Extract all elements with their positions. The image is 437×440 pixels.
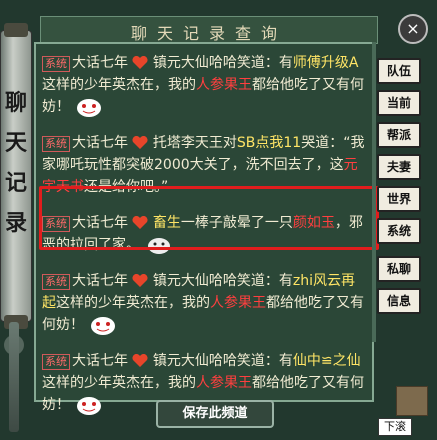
message-text: 这样的少年英杰在，我的 bbox=[56, 295, 210, 311]
heart-icon bbox=[132, 136, 148, 149]
save-channel-button[interactable]: 保存此频道 bbox=[156, 400, 274, 428]
heart-icon bbox=[132, 354, 148, 367]
system-tag: 系统 bbox=[42, 354, 70, 370]
tab-team[interactable]: 队伍 bbox=[377, 58, 421, 84]
item-name[interactable]: 人参果王 bbox=[196, 375, 252, 391]
server-name: 大话七年 bbox=[72, 135, 128, 151]
system-tag: 系统 bbox=[42, 274, 70, 290]
server-name: 大话七年 bbox=[72, 353, 128, 369]
tassel-decoration bbox=[9, 322, 19, 432]
tab-current[interactable]: 当前 bbox=[377, 90, 421, 116]
message-text: 镇元大仙哈哈笑道：有 bbox=[152, 55, 293, 71]
message: 系统 大话七年 镇元大仙哈哈笑道：有zhi风云再起这样的少年英杰在，我的人参果王都… bbox=[42, 270, 366, 336]
highlight-box bbox=[39, 186, 379, 250]
message-text: 这样的少年英杰在，我的 bbox=[42, 77, 196, 93]
emote-icon bbox=[77, 397, 102, 415]
player-name[interactable]: SB点我11 bbox=[237, 135, 301, 151]
server-name: 大话七年 bbox=[72, 273, 128, 289]
scroll-knob-top bbox=[4, 23, 28, 37]
tab-system[interactable]: 系统 bbox=[377, 218, 421, 244]
tab-spouse[interactable]: 夫妻 bbox=[377, 154, 421, 180]
system-tag: 系统 bbox=[42, 56, 70, 72]
side-tab-rail bbox=[372, 42, 376, 342]
emote-icon bbox=[91, 317, 116, 335]
emote-icon bbox=[77, 99, 102, 117]
player-name[interactable]: 师傅升级A bbox=[293, 55, 359, 71]
tab-guild[interactable]: 帮派 bbox=[377, 122, 421, 148]
heart-icon bbox=[132, 56, 148, 69]
message-text: 镇元大仙哈哈笑道：有 bbox=[152, 353, 293, 369]
item-name[interactable]: 人参果王 bbox=[210, 295, 266, 311]
item-name[interactable]: 人参果王 bbox=[196, 77, 252, 93]
tab-world[interactable]: 世界 bbox=[377, 186, 421, 212]
heart-icon bbox=[132, 274, 148, 287]
message-text: 这样的少年英杰在，我的 bbox=[42, 375, 196, 391]
message-text: 托塔李天王对 bbox=[152, 135, 237, 151]
tab-info[interactable]: 信息 bbox=[377, 288, 421, 314]
side-title: 聊天记录 bbox=[4, 90, 27, 236]
close-button[interactable]: × bbox=[398, 14, 428, 44]
message: 系统 大话七年 镇元大仙哈哈笑道：有师傅升级A这样的少年英杰在，我的人参果王都给他… bbox=[42, 52, 366, 118]
chat-panel: 系统 大话七年 镇元大仙哈哈笑道：有师傅升级A这样的少年英杰在，我的人参果王都给他… bbox=[34, 42, 379, 415]
tab-private[interactable]: 私聊 bbox=[377, 256, 421, 282]
seal-ornament bbox=[396, 386, 428, 416]
system-tag: 系统 bbox=[42, 136, 70, 152]
player-name[interactable]: 仙中≌之仙 bbox=[293, 353, 361, 369]
chat-log-window: 聊天记录 聊天记录查询 × 系统 大话七年 镇元大仙哈哈笑道：有师傅升级A这样的少… bbox=[0, 0, 437, 440]
server-name: 大话七年 bbox=[72, 55, 128, 71]
title-bar: 聊天记录查询 bbox=[40, 16, 378, 44]
scroll-ornament: 聊天记录 bbox=[0, 23, 32, 329]
scroll-down-button[interactable]: 下滚 bbox=[378, 418, 412, 436]
message-text: 镇元大仙哈哈笑道：有 bbox=[152, 273, 293, 289]
window-title: 聊天记录查询 bbox=[130, 24, 287, 43]
